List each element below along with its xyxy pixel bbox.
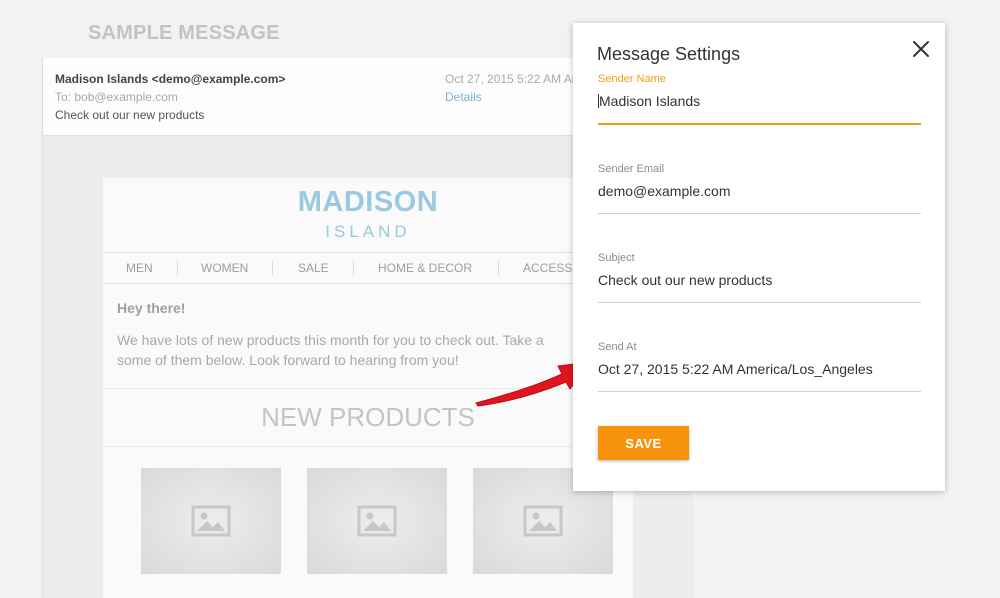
field-label: Subject <box>598 252 635 264</box>
field-label: Send At <box>598 341 637 353</box>
nav-separator <box>272 261 273 275</box>
field-underline <box>598 123 921 125</box>
logo-subtext: ISLAND <box>325 222 411 241</box>
subject-input[interactable]: Check out our new products <box>598 272 921 292</box>
image-placeholder-icon <box>523 505 563 537</box>
image-placeholder-icon <box>191 505 231 537</box>
image-placeholder-icon <box>357 505 397 537</box>
panel-title: Message Settings <box>597 44 741 64</box>
nav-item-accessories[interactable]: ACCESS <box>523 261 572 275</box>
newsletter-nav: MEN WOMEN SALE HOME & DECOR ACCESS <box>103 252 633 284</box>
send-at-field[interactable]: Send At Oct 27, 2015 5:22 AM America/Los… <box>598 341 921 392</box>
nav-item-sale[interactable]: SALE <box>298 261 329 275</box>
email-subject: Check out our new products <box>55 108 205 122</box>
intro-line: We have lots of new products this month … <box>117 332 544 348</box>
email-from: Madison Islands <demo@example.com> <box>55 72 286 86</box>
nav-item-men[interactable]: MEN <box>126 261 153 275</box>
email-to: To: bob@example.com <box>55 90 178 104</box>
nav-separator <box>177 261 178 275</box>
close-icon[interactable] <box>911 39 931 59</box>
save-button[interactable]: SAVE <box>598 426 689 460</box>
field-value: Madison Islands <box>599 93 701 109</box>
field-underline <box>598 302 921 303</box>
field-underline <box>598 213 921 214</box>
field-underline <box>598 391 921 392</box>
email-date: Oct 27, 2015 5:22 AM Am <box>445 72 582 86</box>
logo-text: MADISON <box>297 186 439 218</box>
product-thumbnail[interactable] <box>307 468 447 574</box>
sender-name-input[interactable]: Madison Islands <box>598 93 921 113</box>
sender-name-field[interactable]: Sender Name Madison Islands <box>598 73 921 125</box>
subject-field[interactable]: Subject Check out our new products <box>598 252 921 303</box>
page-heading: SAMPLE MESSAGE <box>88 22 280 44</box>
nav-separator <box>353 261 354 275</box>
sender-email-field[interactable]: Sender Email demo@example.com <box>598 163 921 214</box>
product-thumbnail[interactable] <box>141 468 281 574</box>
divider <box>103 446 633 447</box>
nav-item-home-decor[interactable]: HOME & DECOR <box>378 261 472 275</box>
send-at-input[interactable]: Oct 27, 2015 5:22 AM America/Los_Angeles <box>598 361 921 381</box>
field-label: Sender Email <box>598 163 665 175</box>
nav-separator <box>498 261 499 275</box>
sender-email-input[interactable]: demo@example.com <box>598 183 921 203</box>
field-label: Sender Name <box>598 73 666 85</box>
details-link[interactable]: Details <box>445 90 482 104</box>
message-settings-panel: Message Settings Sender Name Madison Isl… <box>573 23 945 491</box>
nav-item-women[interactable]: WOMEN <box>201 261 248 275</box>
greeting: Hey there! <box>117 300 186 316</box>
